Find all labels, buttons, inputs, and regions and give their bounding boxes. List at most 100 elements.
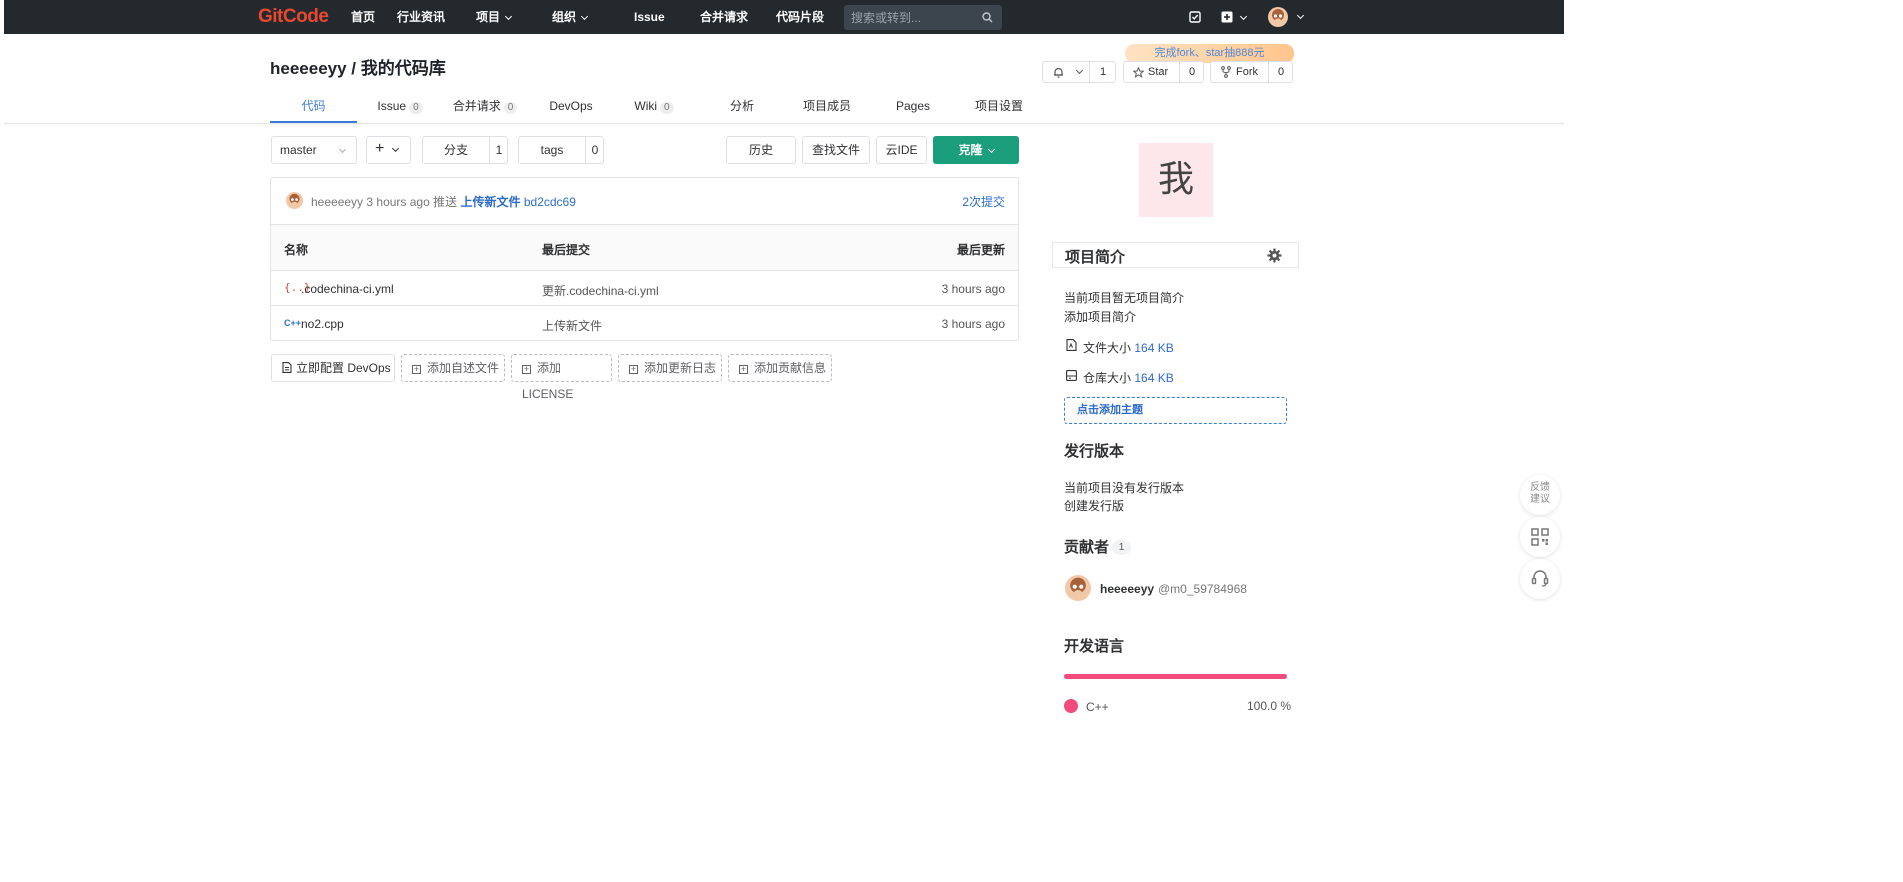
tab-count-badge: 0: [503, 102, 518, 114]
fork-button[interactable]: Fork 0: [1210, 61, 1293, 83]
add-changelog-button[interactable]: + 添加更新日志: [618, 354, 722, 382]
gear-icon[interactable]: [1267, 248, 1282, 263]
table-header: 名称 最后提交 最后更新: [271, 225, 1018, 270]
star-button[interactable]: Star 0: [1123, 61, 1204, 83]
qr-code-button[interactable]: [1520, 517, 1560, 557]
tab-label: 项目设置: [974, 99, 1023, 113]
commit-message-link[interactable]: 上传新文件: [460, 195, 520, 209]
support-button[interactable]: [1520, 559, 1560, 599]
file-size-value[interactable]: 164 KB: [1134, 341, 1173, 355]
path-separator: /: [346, 59, 361, 78]
plus-square-icon: +: [412, 364, 421, 374]
file-name-link[interactable]: no2.cpp: [301, 317, 344, 331]
repo-owner-link[interactable]: heeeeeyy: [270, 59, 347, 78]
commit-hash-link[interactable]: bd2cdc69: [524, 195, 576, 209]
header-last-update: 最后更新: [956, 243, 1005, 257]
project-header: [4, 34, 1564, 124]
search-input[interactable]: [844, 5, 974, 30]
add-contributing-button[interactable]: + 添加贡献信息: [728, 354, 832, 382]
nav-snippets[interactable]: 代码片段: [776, 0, 824, 34]
chevron-down-icon: [580, 12, 589, 21]
commit-count-link[interactable]: 2次提交: [962, 193, 1005, 210]
nav-news[interactable]: 行业资讯: [397, 0, 445, 34]
add-topic-button[interactable]: 点击添加主题: [1064, 397, 1287, 424]
commit-action: 推送: [433, 195, 458, 209]
release-title: 发行版本: [1064, 443, 1125, 460]
star-icon: [1133, 67, 1144, 78]
todo-icon[interactable]: [1189, 11, 1201, 23]
avatar[interactable]: [286, 192, 303, 209]
chevron-down-icon: [391, 144, 400, 153]
last-commit-bar: heeeeeyy 3 hours ago 推送 上传新文件 bd2cdc69 2…: [271, 178, 1018, 224]
project-avatar: 我: [1139, 143, 1213, 217]
tags-button[interactable]: tags 0: [518, 136, 604, 164]
nav-projects-label: 项目: [476, 10, 501, 24]
repo-title: heeeeeyy / 我的代码库: [270, 54, 446, 79]
create-release-link[interactable]: 创建发行版: [1064, 497, 1124, 514]
language-bar-fill: [1064, 674, 1287, 679]
history-button[interactable]: 历史: [726, 136, 796, 164]
configure-devops-button[interactable]: 立即配置 DevOps: [271, 354, 395, 382]
search-box: [844, 5, 1002, 30]
add-contributing-label: 添加贡献信息: [754, 361, 827, 375]
nav-merge-requests[interactable]: 合并请求: [700, 0, 748, 34]
repo-size-icon: [1066, 370, 1077, 381]
tab-issue[interactable]: Issue 0: [372, 90, 428, 123]
table-row[interactable]: {..} .codechina-ci.yml 更新.codechina-ci.y…: [271, 271, 1018, 305]
language-color-dot: [1064, 699, 1078, 713]
chevron-down-icon: [1296, 11, 1305, 20]
tab-label: 项目成员: [802, 99, 851, 113]
repo-size-value[interactable]: 164 KB: [1134, 371, 1173, 385]
tab-code[interactable]: 代码: [270, 90, 357, 123]
chevron-down-icon: [504, 12, 513, 21]
clone-label: 克隆: [958, 143, 983, 157]
gitcode-logo[interactable]: GitCode: [258, 6, 329, 28]
tab-label: 代码: [301, 99, 326, 113]
branch-select[interactable]: master: [271, 136, 357, 164]
tab-pages[interactable]: Pages: [893, 90, 933, 123]
languages-title: 开发语言: [1064, 638, 1125, 655]
clone-button[interactable]: 克隆: [933, 136, 1019, 164]
find-file-button[interactable]: 查找文件: [802, 136, 870, 164]
feedback-button[interactable]: 反馈建议: [1520, 475, 1560, 515]
add-intro-link[interactable]: 添加项目简介: [1064, 308, 1136, 325]
table-row[interactable]: C++ no2.cpp 上传新文件 3 hours ago: [271, 306, 1018, 340]
nav-groups[interactable]: 组织: [552, 0, 589, 34]
add-license-button[interactable]: + 添加LICENSE: [511, 354, 612, 401]
tab-settings[interactable]: 项目设置: [972, 90, 1026, 123]
commit-author[interactable]: heeeeeyy: [311, 195, 363, 209]
tab-members[interactable]: 项目成员: [800, 90, 854, 123]
release-empty-text: 当前项目没有发行版本: [1064, 481, 1185, 495]
branches-button[interactable]: 分支 1: [422, 136, 508, 164]
tab-devops[interactable]: DevOps: [546, 90, 596, 123]
fork-count: 0: [1277, 66, 1285, 78]
cloud-ide-button[interactable]: 云IDE: [876, 136, 927, 164]
add-readme-button[interactable]: + 添加自述文件: [401, 354, 505, 382]
tab-merge-requests[interactable]: 合并请求 0: [451, 90, 519, 123]
tab-label: Issue: [377, 99, 407, 113]
nav-projects[interactable]: 项目: [476, 0, 513, 34]
tags-count: 0: [591, 143, 599, 157]
add-menu-button[interactable]: +: [366, 136, 411, 164]
file-name-link[interactable]: .codechina-ci.yml: [301, 282, 394, 296]
contributor-name[interactable]: heeeeeyy: [1100, 582, 1154, 596]
search-icon[interactable]: [982, 12, 993, 23]
watch-count: 1: [1099, 66, 1107, 78]
user-menu[interactable]: [1268, 7, 1305, 27]
feedback-label: 反馈建议: [1530, 482, 1550, 505]
repo-name-link[interactable]: 我的代码库: [361, 59, 446, 78]
file-commit-link[interactable]: 更新.codechina-ci.yml: [542, 282, 659, 299]
watch-button[interactable]: 1: [1042, 61, 1116, 83]
contributors-title: 贡献者: [1064, 539, 1110, 556]
create-new-menu[interactable]: [1221, 11, 1251, 24]
nav-home[interactable]: 首页: [351, 0, 375, 34]
fork-icon: [1221, 66, 1231, 78]
language-name: C++: [1086, 700, 1109, 714]
tab-wiki[interactable]: Wiki 0: [630, 90, 678, 123]
tab-label: 分析: [729, 99, 754, 113]
avatar[interactable]: [1065, 575, 1091, 601]
nav-issue[interactable]: Issue: [634, 0, 665, 34]
plus-square-icon: [1221, 11, 1233, 23]
file-commit-link[interactable]: 上传新文件: [542, 317, 602, 334]
tab-analytics[interactable]: 分析: [726, 90, 758, 123]
